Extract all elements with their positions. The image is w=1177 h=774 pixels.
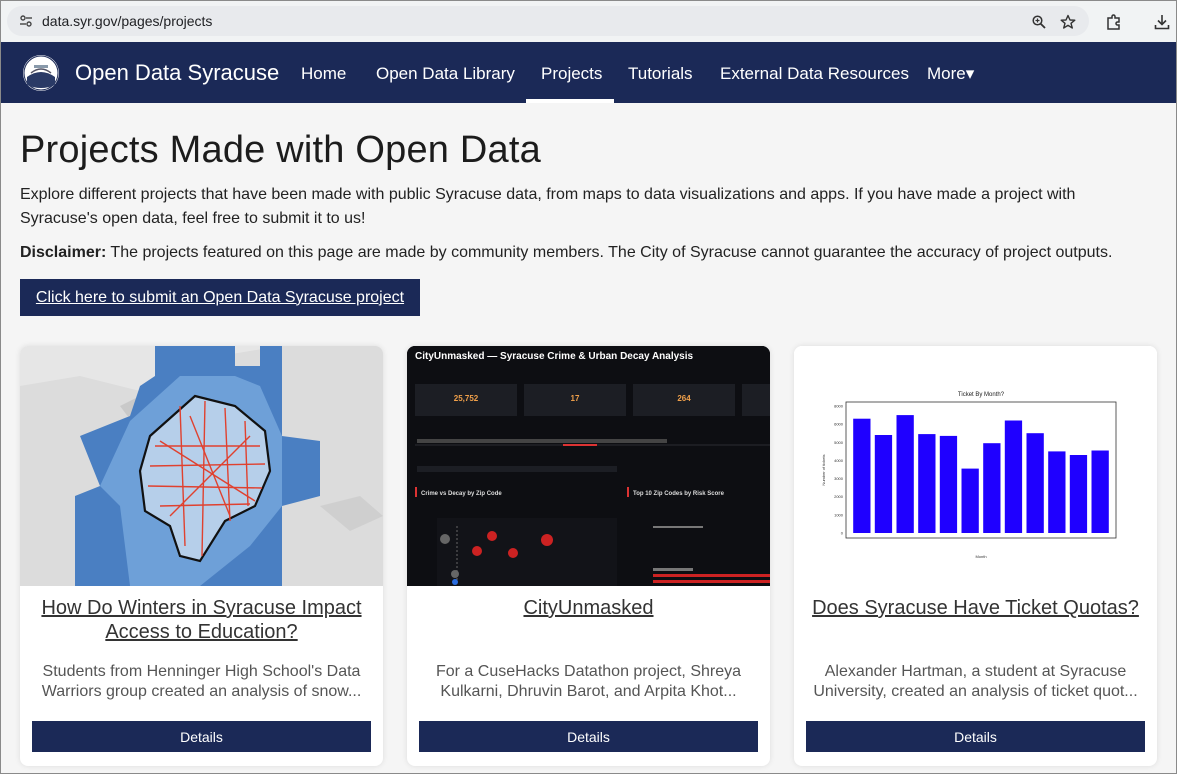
- card-description: Students from Henninger High School's Da…: [34, 662, 369, 702]
- map-thumbnail[interactable]: [20, 346, 383, 586]
- dashboard-header: CityUnmasked — Syracuse Crime & Urban De…: [415, 351, 694, 362]
- address-bar[interactable]: data.syr.gov/pages/projects: [7, 6, 1089, 36]
- section-title: Top 10 Zip Codes by Risk Score: [633, 491, 725, 497]
- chart-bar: [1048, 451, 1066, 533]
- kpi-value: 25,752: [454, 394, 479, 403]
- chart-title: Ticket By Month?: [958, 392, 1005, 398]
- ticket-bar-chart: Ticket By Month? Number of tickets Month…: [794, 346, 1157, 586]
- chart-bar: [939, 435, 958, 533]
- card-description-line: Alexander Hartman, a student at Syracuse: [824, 663, 1127, 680]
- nav-open-data-library[interactable]: Open Data Library: [376, 64, 515, 84]
- card-title-link[interactable]: CityUnmasked: [417, 596, 760, 620]
- y-tick-label: 5000: [834, 440, 844, 445]
- kpi-value: 17: [571, 394, 580, 403]
- intro-paragraph: Explore different projects that have bee…: [20, 186, 1076, 227]
- disclaimer-text: The projects featured on this page are m…: [106, 244, 1113, 261]
- card-description-line: Students from Henninger High School's Da…: [42, 663, 361, 680]
- project-card-ticket-quotas: Ticket By Month? Number of tickets Month…: [794, 346, 1157, 766]
- x-axis-label: Month: [975, 554, 986, 559]
- card-title-link[interactable]: Does Syracuse Have Ticket Quotas?: [804, 596, 1147, 620]
- section-title: Crime vs Decay by Zip Code: [421, 491, 502, 497]
- submit-project-button[interactable]: Click here to submit an Open Data Syracu…: [20, 279, 420, 316]
- nav-tutorials[interactable]: Tutorials: [628, 64, 693, 84]
- chart-bar: [961, 468, 979, 533]
- nav-projects[interactable]: Projects: [541, 64, 602, 84]
- card-description: For a CuseHacks Datathon project, Shreya…: [421, 662, 756, 702]
- card-description-line: Warriors group created an analysis of sn…: [41, 683, 362, 700]
- chart-bar: [918, 434, 936, 533]
- chart-bar: [1004, 420, 1023, 533]
- chart-bar: [983, 443, 1001, 533]
- card-description-line: Kulkarni, Dhruvin Barot, and Arpita Khot…: [440, 683, 737, 700]
- dashboard-thumbnail[interactable]: CityUnmasked — Syracuse Crime & Urban De…: [407, 346, 770, 586]
- disclaimer-label: Disclaimer:: [20, 244, 107, 261]
- kpi-value: 264: [677, 394, 691, 403]
- y-tick-label: 2000: [834, 494, 844, 499]
- details-button[interactable]: Details: [806, 721, 1145, 752]
- y-tick-label: 4000: [834, 458, 844, 463]
- bar-chart-thumbnail[interactable]: Ticket By Month? Number of tickets Month…: [794, 346, 1157, 586]
- details-button[interactable]: Details: [419, 721, 758, 752]
- chart-bar: [1069, 455, 1088, 533]
- disclaimer: Disclaimer: The projects featured on thi…: [20, 244, 1112, 262]
- card-description-line: For a CuseHacks Datathon project, Shreya: [435, 663, 742, 680]
- browser-window: data.syr.gov/pages/projects Open Data Sy…: [0, 0, 1177, 774]
- chart-bar: [896, 415, 914, 533]
- page-title: Projects Made with Open Data: [20, 129, 541, 171]
- chart-bar: [874, 435, 893, 533]
- bookmark-star-icon[interactable]: [1058, 12, 1078, 32]
- y-tick-label: 8000: [834, 404, 844, 409]
- extensions-icon[interactable]: [1103, 11, 1125, 33]
- chart-bar: [1091, 450, 1109, 533]
- site-settings-icon[interactable]: [19, 14, 33, 28]
- browser-toolbar: data.syr.gov/pages/projects: [1, 1, 1176, 42]
- nav-external-data-resources[interactable]: External Data Resources: [720, 64, 909, 84]
- chart-bar: [1026, 433, 1044, 533]
- site-navbar: Open Data Syracuse Home Open Data Librar…: [1, 42, 1176, 103]
- details-button[interactable]: Details: [32, 721, 371, 752]
- main-content: Projects Made with Open Data Explore dif…: [1, 103, 1176, 773]
- city-seal-logo[interactable]: [23, 55, 59, 91]
- nav-home[interactable]: Home: [301, 64, 346, 84]
- download-icon[interactable]: [1151, 11, 1173, 33]
- site-title[interactable]: Open Data Syracuse: [75, 60, 279, 86]
- card-description-line: University, created an analysis of ticke…: [813, 683, 1138, 700]
- zoom-icon[interactable]: [1029, 12, 1049, 32]
- chart-bar: [853, 418, 871, 533]
- y-axis-label: Number of tickets: [821, 454, 826, 485]
- project-card-winters: How Do Winters in Syracuse Impact Access…: [20, 346, 383, 766]
- card-title-link[interactable]: How Do Winters in Syracuse Impact Access…: [30, 596, 373, 644]
- nav-more-dropdown[interactable]: More▾: [927, 64, 974, 84]
- y-tick-label: 6000: [834, 422, 844, 427]
- y-tick-label: 3000: [834, 476, 844, 481]
- card-description: Alexander Hartman, a student at Syracuse…: [808, 662, 1143, 702]
- project-card-cityunmasked: CityUnmasked — Syracuse Crime & Urban De…: [407, 346, 770, 766]
- url-text[interactable]: data.syr.gov/pages/projects: [42, 13, 212, 29]
- y-tick-label: 1000: [834, 512, 844, 517]
